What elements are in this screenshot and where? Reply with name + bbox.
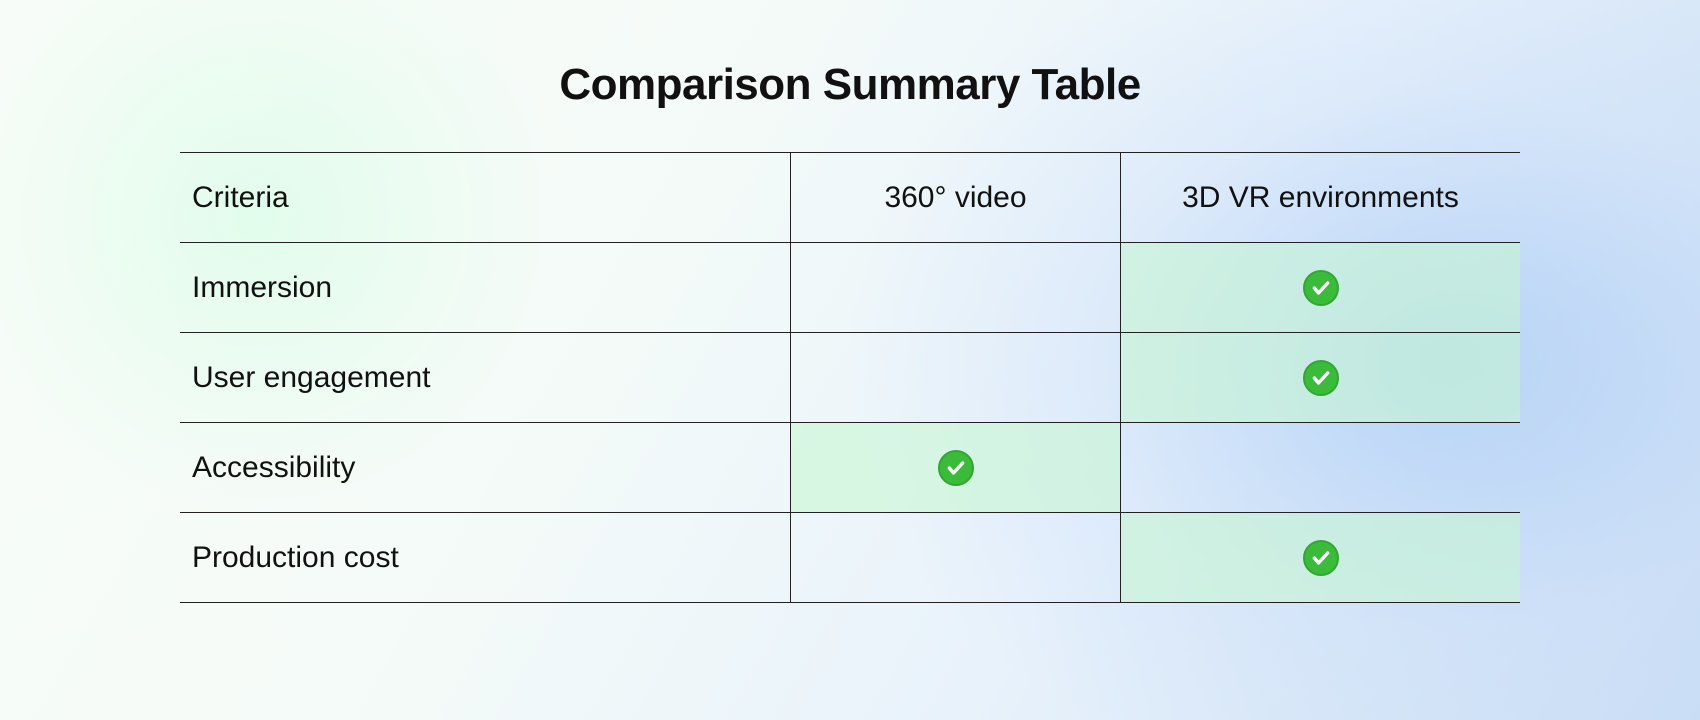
criteria-label: Production cost — [180, 513, 790, 602]
header-criteria: Criteria — [180, 153, 790, 242]
check-icon — [1303, 360, 1339, 396]
table-header-row: Criteria 360° video 3D VR environments — [180, 153, 1520, 243]
check-icon — [1303, 270, 1339, 306]
table-row: User engagement — [180, 333, 1520, 423]
cell-3d-vr — [1120, 333, 1520, 422]
check-icon — [1303, 540, 1339, 576]
table-row: Immersion — [180, 243, 1520, 333]
cell-360-video — [790, 333, 1120, 422]
page-title: Comparison Summary Table — [180, 60, 1520, 110]
header-col2: 3D VR environments — [1120, 153, 1520, 242]
cell-360-video — [790, 423, 1120, 512]
cell-3d-vr — [1120, 423, 1520, 512]
criteria-label: Immersion — [180, 243, 790, 332]
cell-360-video — [790, 243, 1120, 332]
table-row: Accessibility — [180, 423, 1520, 513]
criteria-label: User engagement — [180, 333, 790, 422]
check-icon — [938, 450, 974, 486]
criteria-label: Accessibility — [180, 423, 790, 512]
table-row: Production cost — [180, 513, 1520, 603]
cell-3d-vr — [1120, 243, 1520, 332]
header-col1: 360° video — [790, 153, 1120, 242]
cell-3d-vr — [1120, 513, 1520, 602]
cell-360-video — [790, 513, 1120, 602]
comparison-table: Criteria 360° video 3D VR environments I… — [180, 152, 1520, 603]
